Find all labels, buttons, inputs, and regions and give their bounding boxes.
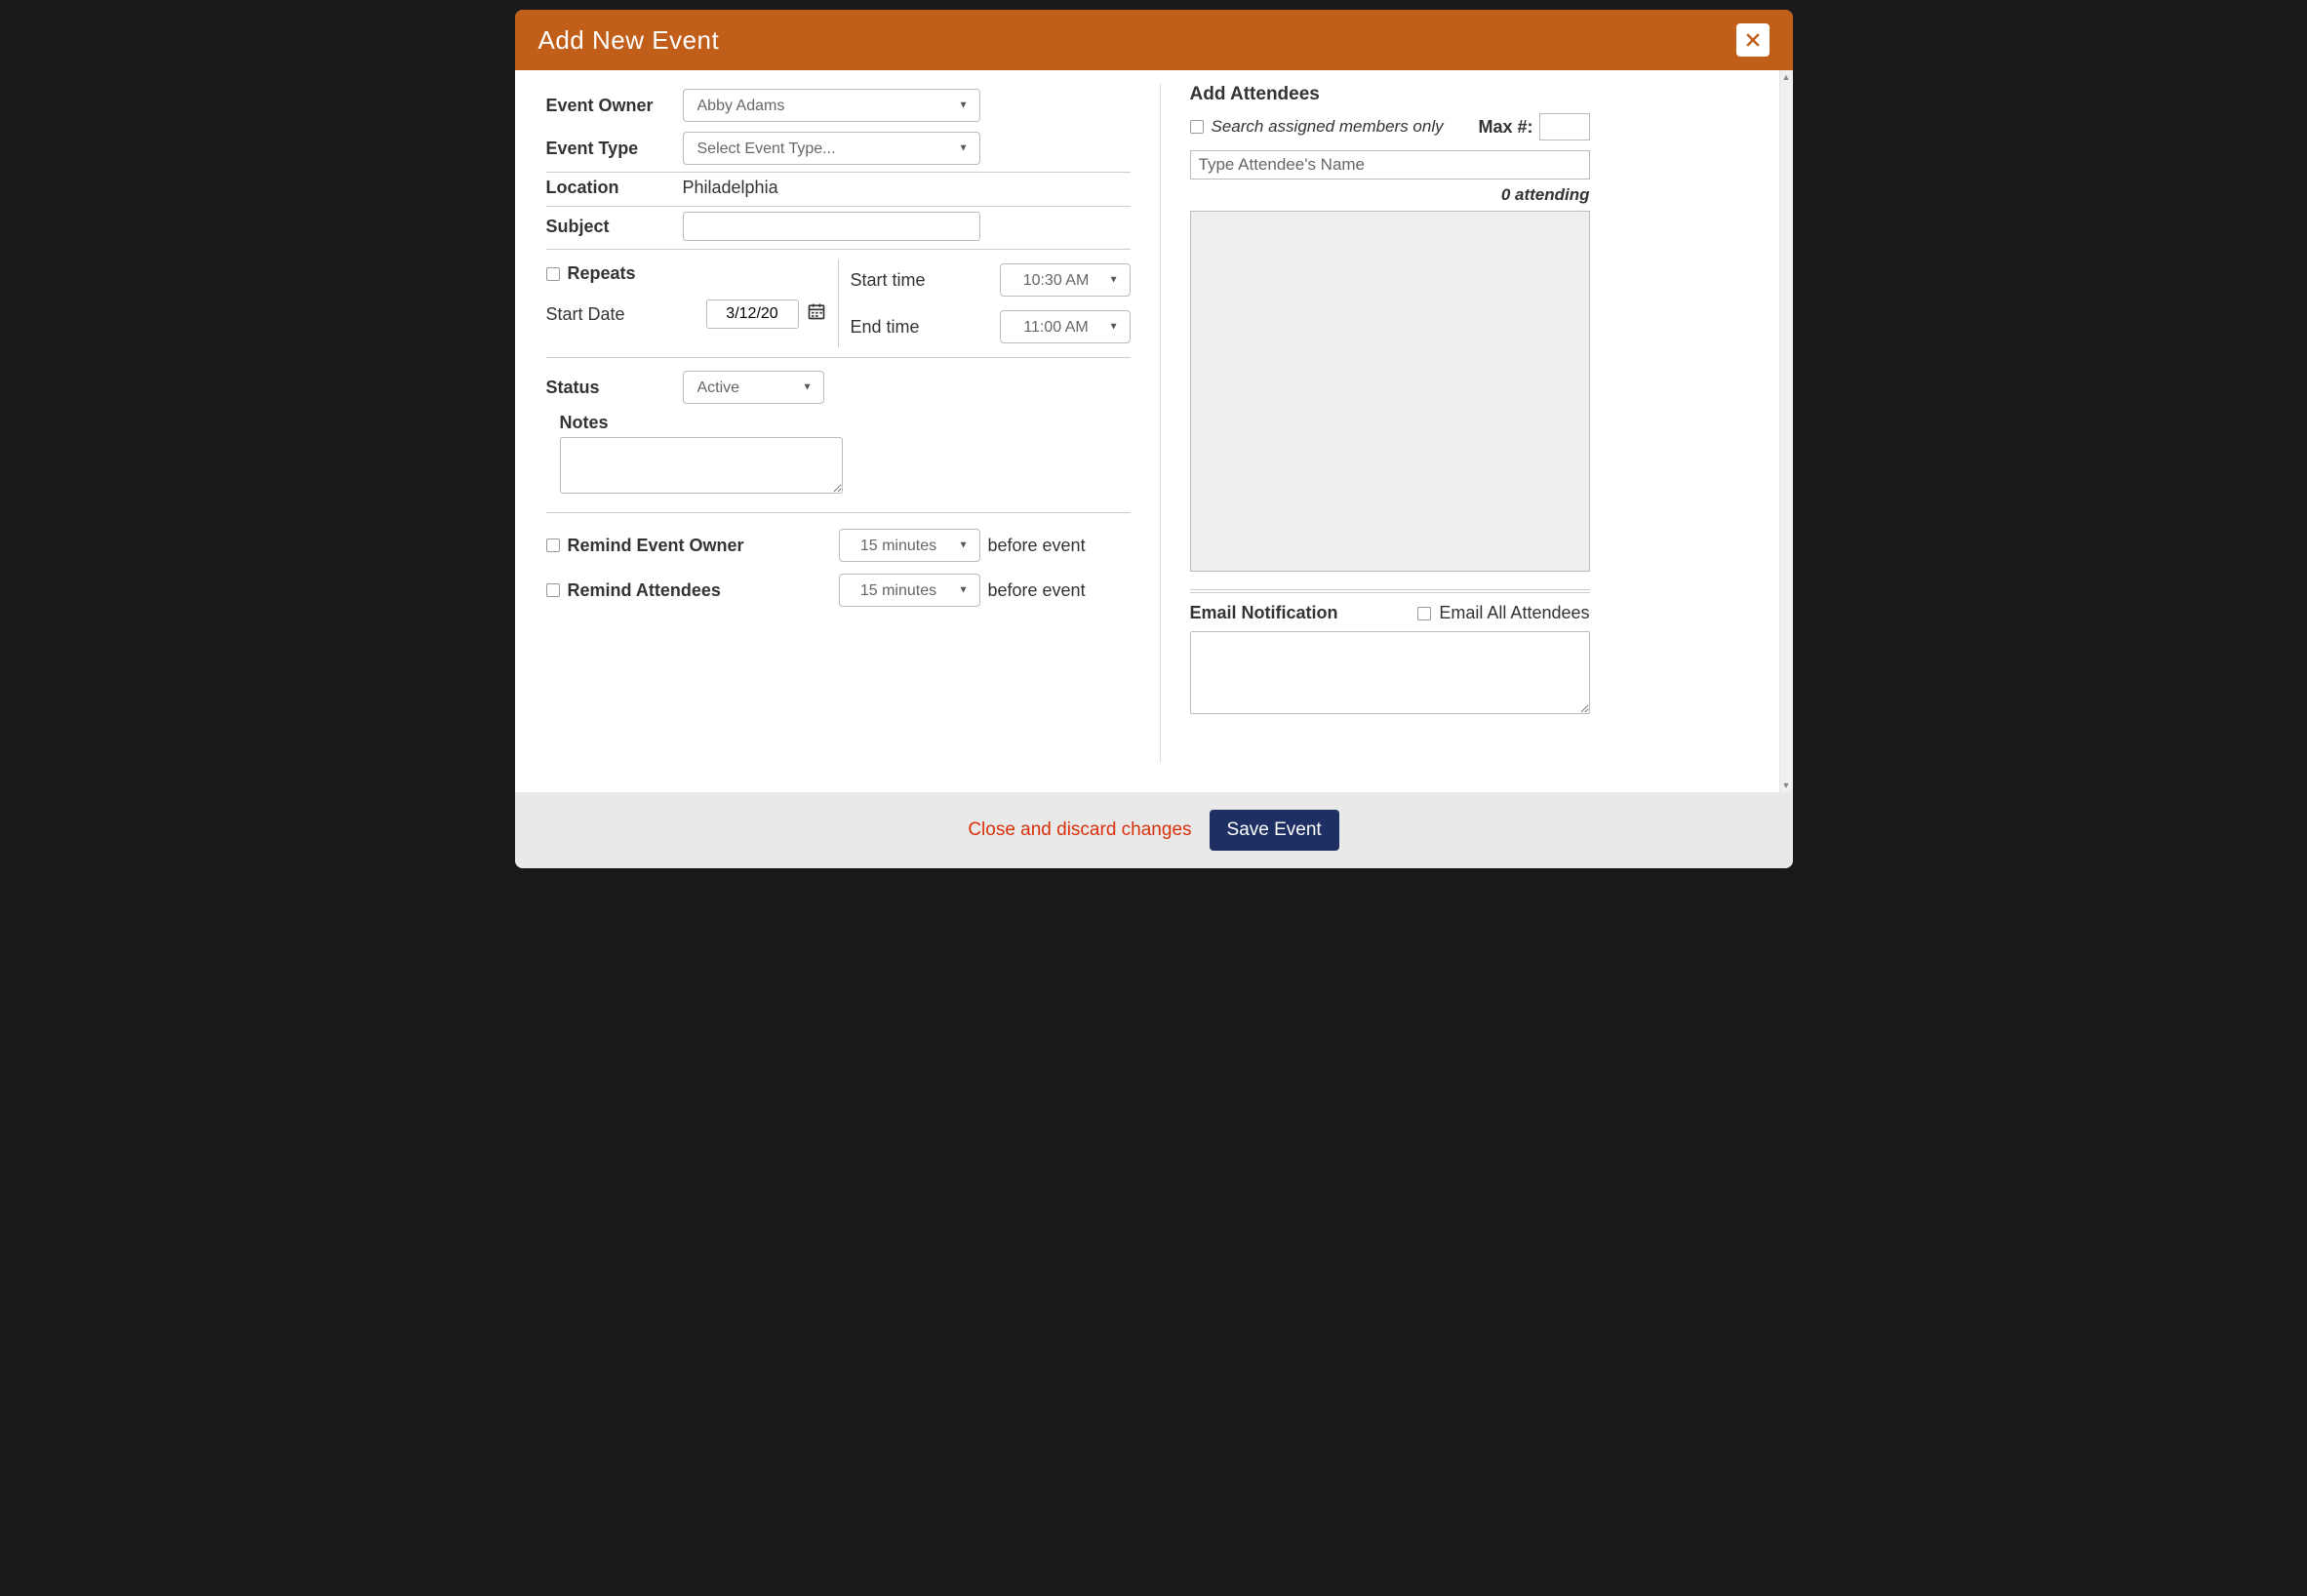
subject-label: Subject	[546, 217, 683, 237]
event-owner-select[interactable]: Abby Adams	[683, 89, 980, 122]
remind-attendees-label: Remind Attendees	[568, 580, 721, 601]
close-icon	[1743, 30, 1763, 50]
notes-label: Notes	[560, 413, 1131, 433]
location-row: Location Philadelphia	[546, 173, 1131, 207]
divider	[1190, 589, 1590, 593]
remind-attendees-checkbox[interactable]	[546, 583, 560, 597]
event-type-select[interactable]: Select Event Type...	[683, 132, 980, 165]
date-time-section: Repeats Start Date	[546, 250, 1131, 358]
scrollbar[interactable]: ▲ ▼	[1779, 70, 1793, 792]
start-time-label: Start time	[851, 270, 926, 291]
subject-input[interactable]	[683, 212, 980, 241]
scroll-down-icon[interactable]: ▼	[1780, 778, 1793, 792]
modal-footer: Close and discard changes Save Event	[515, 792, 1793, 868]
event-type-label: Event Type	[546, 139, 683, 159]
email-notification-label: Email Notification	[1190, 603, 1338, 623]
event-owner-label: Event Owner	[546, 96, 683, 116]
event-owner-row: Event Owner Abby Adams	[546, 84, 1131, 127]
attendee-name-input[interactable]	[1190, 150, 1590, 180]
modal-body: Event Owner Abby Adams Event Type Select…	[515, 70, 1793, 792]
max-input[interactable]	[1539, 113, 1590, 140]
attending-count: 0 attending	[1190, 185, 1590, 205]
modal-header: Add New Event	[515, 10, 1793, 70]
add-event-modal: Add New Event Event Owner Abby Adams Eve…	[515, 10, 1793, 868]
end-time-label: End time	[851, 317, 920, 338]
end-time-select[interactable]: 11:00 AM	[1000, 310, 1131, 343]
save-button[interactable]: Save Event	[1210, 810, 1339, 851]
remind-attendees-select[interactable]: 15 minutes	[839, 574, 980, 607]
subject-row: Subject	[546, 207, 1131, 250]
modal-title: Add New Event	[538, 25, 720, 56]
remind-owner-row: Remind Event Owner 15 minutes before eve…	[546, 523, 1131, 568]
calendar-icon[interactable]	[807, 301, 826, 327]
remind-attendees-row: Remind Attendees 15 minutes before event	[546, 568, 1131, 613]
email-all-label: Email All Attendees	[1439, 603, 1589, 623]
start-date-label: Start Date	[546, 304, 625, 325]
location-label: Location	[546, 178, 683, 198]
remind-attendees-after: before event	[988, 580, 1086, 601]
email-notification-textarea[interactable]	[1190, 631, 1590, 714]
max-label: Max #:	[1478, 117, 1532, 138]
email-all-checkbox[interactable]	[1417, 607, 1431, 620]
status-select[interactable]: Active	[683, 371, 824, 404]
add-attendees-title: Add Attendees	[1190, 84, 1590, 105]
search-assigned-label: Search assigned members only	[1212, 117, 1444, 137]
event-type-row: Event Type Select Event Type...	[546, 127, 1131, 170]
status-row: Status Active	[546, 366, 1131, 409]
close-button[interactable]	[1736, 23, 1770, 57]
remind-owner-label: Remind Event Owner	[568, 536, 744, 556]
start-date-input[interactable]	[706, 299, 799, 329]
repeats-label: Repeats	[568, 263, 636, 284]
search-assigned-checkbox[interactable]	[1190, 120, 1204, 134]
attendee-list-box[interactable]	[1190, 211, 1590, 572]
right-column: Add Attendees Search assigned members on…	[1161, 84, 1590, 763]
left-column: Event Owner Abby Adams Event Type Select…	[546, 84, 1161, 763]
remind-owner-select[interactable]: 15 minutes	[839, 529, 980, 562]
notes-textarea[interactable]	[560, 437, 843, 494]
location-value: Philadelphia	[683, 178, 778, 198]
remind-owner-checkbox[interactable]	[546, 539, 560, 552]
repeats-checkbox[interactable]	[546, 267, 560, 281]
status-label: Status	[546, 378, 683, 398]
remind-owner-after: before event	[988, 536, 1086, 556]
scroll-up-icon[interactable]: ▲	[1780, 70, 1793, 84]
discard-link[interactable]: Close and discard changes	[968, 819, 1191, 841]
start-time-select[interactable]: 10:30 AM	[1000, 263, 1131, 297]
